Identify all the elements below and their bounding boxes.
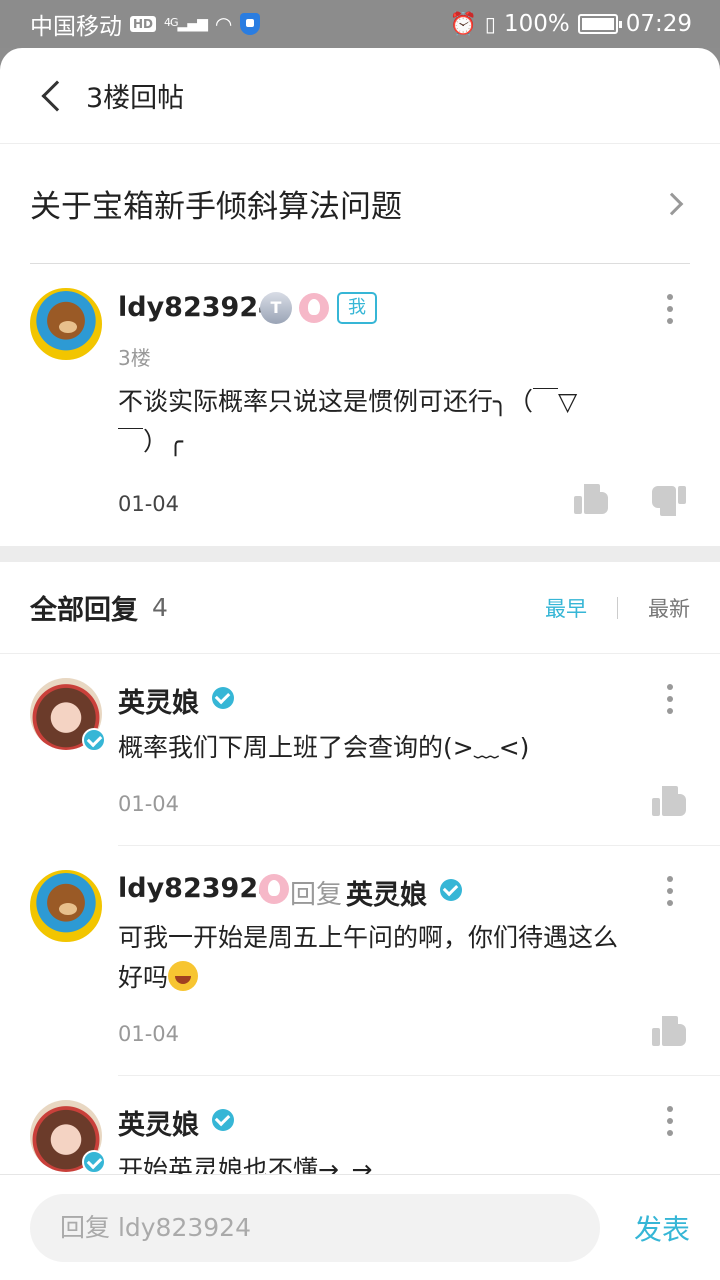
username[interactable]: ldy823924 (118, 873, 277, 904)
vibrate-icon: ▯ (484, 12, 496, 36)
battery-percent: 100% (503, 11, 570, 37)
verified-icon (82, 1150, 106, 1174)
reply-item: 英灵娘 概率我们下周上班了会查询的(>﹏<) 01-04 (0, 654, 720, 846)
reply-content: 可我一开始是周五上午问的啊，你们待遇这么 好吗 (118, 923, 619, 992)
floor-post: ldy823924 T 我 3楼 不谈实际概率只说这是惯例可还行╮（￣▽ ￣）╭… (0, 264, 720, 546)
post-content: 不谈实际概率只说这是惯例可还行╮（￣▽ ￣）╭ (118, 387, 578, 456)
more-options-icon[interactable] (667, 684, 673, 714)
me-tag: 我 (337, 292, 377, 324)
thumbs-down-icon[interactable] (652, 486, 686, 518)
signal-icon: 4G▂▄▆ (164, 16, 208, 32)
member-badge-icon (299, 293, 329, 323)
sort-earliest-button[interactable]: 最早 (545, 593, 587, 623)
thumbs-up-icon[interactable] (652, 784, 686, 816)
member-badge-icon (259, 874, 289, 904)
more-options-icon[interactable] (667, 876, 673, 906)
reply-to-username[interactable]: 英灵娘 (346, 873, 427, 912)
replies-header: 全部回复 4 最早 最新 (0, 562, 720, 654)
sort-latest-button[interactable]: 最新 (648, 593, 690, 623)
hd-icon: HD (130, 16, 157, 32)
level-badge-icon: T (260, 292, 292, 324)
reply-date: 01-04 (118, 792, 180, 816)
reply-input[interactable] (30, 1193, 600, 1262)
top-bar: 3楼回帖 (0, 48, 720, 144)
thumbs-up-icon[interactable] (574, 482, 608, 514)
floor-number: 3楼 (118, 346, 151, 370)
reply-to-label: 回复 (290, 880, 343, 910)
thumbs-up-icon[interactable] (652, 1014, 686, 1046)
reply-date: 01-04 (118, 1022, 180, 1046)
page-title: 3楼回帖 (86, 83, 185, 114)
clock-time: 07:29 (625, 11, 692, 37)
sort-divider (617, 596, 618, 619)
alarm-icon: ⏰ (449, 11, 477, 37)
reply-content: 概率我们下周上班了会查询的(>﹏<) (118, 733, 530, 762)
wifi-icon: ◠ (214, 12, 233, 36)
reply-sheet: 3楼回帖 关于宝箱新手倾斜算法问题 ldy823924 T 我 3楼 不谈实际概… (0, 48, 720, 1280)
security-shield-icon (240, 13, 261, 35)
username[interactable]: 英灵娘 (118, 681, 199, 720)
laughing-emoji-icon (168, 961, 199, 991)
verified-check-icon (212, 687, 234, 709)
avatar[interactable] (30, 288, 102, 360)
avatar[interactable] (30, 678, 106, 752)
status-bar: 中国移动 HD 4G▂▄▆ ◠ ⏰ ▯ 100% 07:29 (0, 0, 720, 48)
replies-count: 4 (152, 593, 168, 622)
reply-item: ldy823924 回复 英灵娘 可我一开始是周五上午问的啊，你们待遇这么 好吗… (0, 846, 720, 1076)
avatar[interactable] (30, 870, 102, 942)
back-arrow-icon[interactable] (41, 79, 73, 112)
verified-icon (82, 728, 106, 752)
more-options-icon[interactable] (667, 1106, 673, 1136)
send-button[interactable]: 发表 (634, 1208, 690, 1248)
thread-link[interactable]: 关于宝箱新手倾斜算法问题 (30, 144, 690, 264)
reply-composer: 发表 (0, 1174, 720, 1280)
verified-check-icon (440, 879, 462, 901)
carrier-name: 中国移动 (30, 14, 122, 40)
chevron-right-icon (660, 192, 684, 215)
sort-toggle: 最早 最新 (545, 593, 690, 623)
verified-check-icon (212, 1109, 234, 1131)
replies-title: 全部回复 (30, 595, 138, 626)
more-options-icon[interactable] (667, 294, 673, 324)
section-divider (0, 546, 720, 562)
thread-title: 关于宝箱新手倾斜算法问题 (30, 189, 402, 225)
username[interactable]: 英灵娘 (118, 1103, 199, 1142)
battery-icon (577, 14, 622, 34)
avatar[interactable] (30, 1100, 106, 1174)
username[interactable]: ldy823924 (118, 292, 277, 323)
post-date: 01-04 (118, 492, 180, 516)
